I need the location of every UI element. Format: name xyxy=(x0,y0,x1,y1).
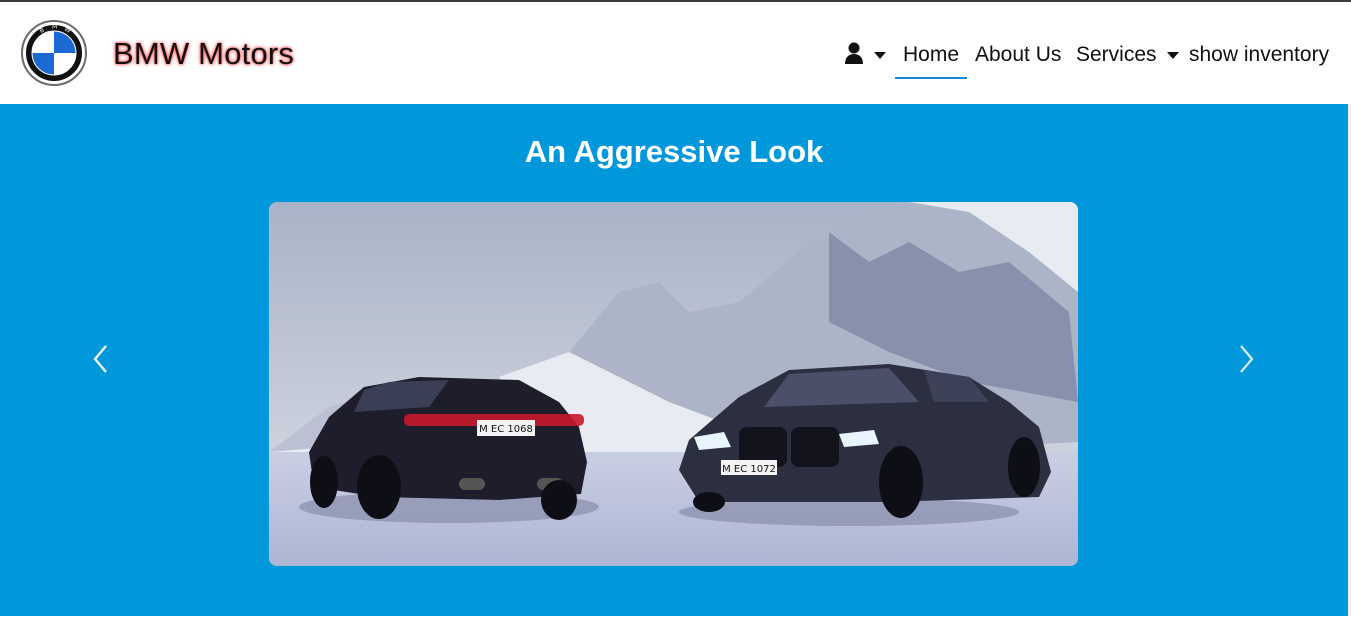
hero-title: An Aggressive Look xyxy=(524,134,824,169)
user-icon xyxy=(844,42,864,69)
hero-carousel-section: An Aggressive Look M EC 1068 M EC 1072 xyxy=(0,104,1348,616)
chevron-right-icon xyxy=(1240,345,1254,373)
logo-letter-m: M xyxy=(52,24,57,31)
license-plate-left-text: M EC 1068 xyxy=(479,424,533,435)
nav-inventory-link[interactable]: show inventory xyxy=(1189,43,1329,67)
chevron-down-icon xyxy=(1166,51,1179,59)
license-plate-right-text: M EC 1072 xyxy=(722,464,776,475)
carousel-next-button[interactable] xyxy=(1235,344,1259,374)
chevron-down-icon xyxy=(874,52,886,59)
active-nav-indicator xyxy=(895,77,967,79)
nav-about-link[interactable]: About Us xyxy=(975,43,1061,67)
nav-services-dropdown[interactable]: Services xyxy=(1076,43,1179,67)
carousel-slide-image: M EC 1068 M EC 1072 xyxy=(269,202,1078,566)
nav-services-label: Services xyxy=(1076,43,1157,66)
chevron-left-icon xyxy=(93,345,107,373)
bmw-logo-icon[interactable]: B M W xyxy=(21,20,87,86)
navbar: B M W BMW Motors Home About Us Services … xyxy=(0,2,1351,104)
user-menu-dropdown[interactable] xyxy=(844,42,886,69)
brand-name[interactable]: BMW Motors xyxy=(113,36,294,72)
nav-home-link[interactable]: Home xyxy=(903,43,959,67)
carousel-prev-button[interactable] xyxy=(90,344,114,374)
